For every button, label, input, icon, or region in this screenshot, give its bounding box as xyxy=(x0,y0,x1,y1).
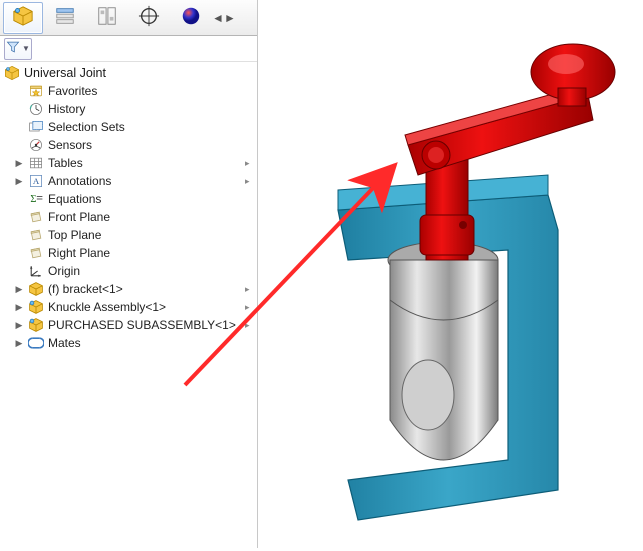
tree-item[interactable]: Σ Equations xyxy=(12,190,257,208)
tree-item-label: Knuckle Assembly<1> xyxy=(48,300,166,314)
tab-scroll-right[interactable]: ► xyxy=(224,2,236,34)
tree-item-label: Selection Sets xyxy=(48,120,125,134)
tree-item-label: Mates xyxy=(48,336,81,350)
tree-item-label: Annotations xyxy=(48,174,111,188)
flyout-caret-icon[interactable]: ▸ xyxy=(245,176,255,187)
tree-root[interactable]: Universal Joint xyxy=(2,64,257,82)
expand-arrow-icon[interactable]: ▶ xyxy=(14,338,24,348)
tree-item-label: Equations xyxy=(48,192,101,206)
tab-property-manager[interactable] xyxy=(45,2,85,34)
plane-icon xyxy=(28,245,44,261)
tree-item[interactable]: Right Plane xyxy=(12,244,257,262)
expand-arrow-icon[interactable]: ▶ xyxy=(14,158,24,168)
expand-arrow-icon[interactable]: ▶ xyxy=(14,176,24,186)
tree-item[interactable]: ▶ A Annotations ▸ xyxy=(12,172,257,190)
tree-item[interactable]: Origin xyxy=(12,262,257,280)
tree-item[interactable]: ▶ (f) bracket<1> ▸ xyxy=(12,280,257,298)
tree-item[interactable]: Favorites xyxy=(12,82,257,100)
appearance-sphere-icon xyxy=(180,5,202,30)
part-icon xyxy=(28,281,44,297)
tables-icon xyxy=(28,155,44,171)
chevron-down-icon: ▼ xyxy=(22,44,30,53)
tree-item-label: PURCHASED SUBASSEMBLY<1> xyxy=(48,318,236,332)
tree-root-label: Universal Joint xyxy=(24,66,106,80)
tree-item-label: Right Plane xyxy=(48,246,110,260)
graphics-viewport[interactable] xyxy=(258,0,643,548)
selectionsets-icon xyxy=(28,119,44,135)
target-icon xyxy=(138,5,160,30)
flyout-caret-icon[interactable]: ▸ xyxy=(245,302,255,313)
tree-item-label: Front Plane xyxy=(48,210,110,224)
flyout-caret-icon[interactable]: ▸ xyxy=(245,320,255,331)
tree-item-label: Origin xyxy=(48,264,80,278)
expand-arrow-icon[interactable]: ▶ xyxy=(14,284,24,294)
history-icon xyxy=(28,101,44,117)
favorites-icon xyxy=(28,83,44,99)
assembly-cube-icon xyxy=(12,5,34,30)
tree-item[interactable]: ▶ Knuckle Assembly<1> ▸ xyxy=(12,298,257,316)
flyout-caret-icon[interactable]: ▸ xyxy=(245,158,255,169)
annotations-icon: A xyxy=(28,173,44,189)
tree-item[interactable]: Selection Sets xyxy=(12,118,257,136)
plane-icon xyxy=(28,227,44,243)
mates-icon xyxy=(28,335,44,351)
subasm-icon xyxy=(28,299,44,315)
tab-feature-manager[interactable] xyxy=(3,2,43,34)
funnel-icon xyxy=(6,40,20,57)
config-icon xyxy=(96,5,118,30)
tree-item[interactable]: Sensors xyxy=(12,136,257,154)
tree-item-label: History xyxy=(48,102,85,116)
tree-item-label: Favorites xyxy=(48,84,97,98)
tree-item[interactable]: Front Plane xyxy=(12,208,257,226)
sensors-icon xyxy=(28,137,44,153)
origin-icon xyxy=(28,263,44,279)
tree-item-label: Tables xyxy=(48,156,83,170)
subasm-icon xyxy=(28,317,44,333)
equations-icon: Σ xyxy=(28,191,44,207)
tree-item[interactable]: ▶ PURCHASED SUBASSEMBLY<1> ▸ xyxy=(12,316,257,334)
feature-tree: Universal Joint Favorites History Selectio… xyxy=(0,62,257,354)
tree-item-label: Top Plane xyxy=(48,228,101,242)
expand-arrow-icon[interactable]: ▶ xyxy=(14,320,24,330)
property-list-icon xyxy=(54,5,76,30)
tree-item-label: Sensors xyxy=(48,138,92,152)
tab-appearance[interactable] xyxy=(171,2,211,34)
tree-item[interactable]: Top Plane xyxy=(12,226,257,244)
tree-item[interactable]: ▶ Mates xyxy=(12,334,257,352)
model-render xyxy=(258,0,643,548)
feature-manager-panel: ◄ ► ▼ Universal Joint Favorites History Se… xyxy=(0,0,258,548)
tab-configuration-manager[interactable] xyxy=(87,2,127,34)
plane-icon xyxy=(28,209,44,225)
tree-item[interactable]: History xyxy=(12,100,257,118)
expand-arrow-icon[interactable]: ▶ xyxy=(14,302,24,312)
filter-button[interactable]: ▼ xyxy=(4,38,32,60)
panel-tabbar: ◄ ► xyxy=(0,0,257,36)
assembly-icon xyxy=(4,65,20,81)
tab-dimxpert[interactable] xyxy=(129,2,169,34)
svg-text:A: A xyxy=(33,176,40,186)
flyout-caret-icon[interactable]: ▸ xyxy=(245,284,255,295)
tree-item[interactable]: ▶ Tables ▸ xyxy=(12,154,257,172)
tree-filter-bar: ▼ xyxy=(0,36,257,62)
tree-item-label: (f) bracket<1> xyxy=(48,282,123,296)
svg-text:Σ: Σ xyxy=(30,194,36,205)
tab-scroll-left[interactable]: ◄ xyxy=(212,2,224,34)
